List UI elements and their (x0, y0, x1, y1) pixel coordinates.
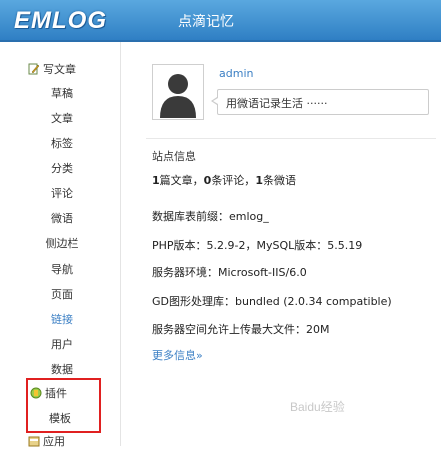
sidebar-item-links[interactable]: 链接 (22, 311, 102, 327)
sidebar-item-data[interactable]: 数据 (22, 361, 102, 377)
main-content: admin 用微语记录生活 ······ 站点信息 1篇文章，0条评论，1条微语… (121, 42, 441, 446)
emlog-logo[interactable]: EMLOG (14, 7, 107, 35)
site-info-title: 站点信息 (152, 150, 196, 163)
comments-label: 条评论， (211, 174, 256, 187)
sidebar-item-users[interactable]: 用户 (22, 336, 102, 352)
twitters-label: 条微语 (262, 174, 296, 187)
articles-label: 篇文章， (159, 174, 204, 187)
sidebar-item-widgets[interactable]: 侧边栏 (22, 235, 102, 251)
sidebar-apps[interactable]: 应用 (28, 433, 65, 449)
divider (146, 138, 436, 139)
sidebar-write-article-label: 写文章 (43, 63, 76, 76)
twitter-input[interactable]: 用微语记录生活 ······ (211, 89, 429, 115)
baidu-watermark: Baidu经验 (290, 400, 345, 414)
gd-lib-line: GD图形处理库：bundled (2.0.34 compatible) (152, 295, 392, 308)
sidebar-item-pages[interactable]: 页面 (22, 286, 102, 302)
plugin-highlight-box (26, 378, 101, 433)
apps-icon (28, 435, 40, 447)
avatar[interactable] (152, 64, 204, 120)
site-stats-line: 1篇文章，0条评论，1条微语 (152, 172, 296, 188)
default-avatar-icon (154, 66, 202, 118)
server-env-line: 服务器环境：Microsoft-IIS/6.0 (152, 266, 307, 279)
more-info-link[interactable]: 更多信息» (152, 347, 203, 363)
header-bar: EMLOG 点滴记忆 (0, 0, 441, 42)
username-link[interactable]: admin (219, 67, 253, 80)
sidebar-item-drafts[interactable]: 草稿 (22, 85, 102, 101)
sidebar-apps-label: 应用 (43, 435, 65, 448)
sidebar-item-articles[interactable]: 文章 (22, 110, 102, 126)
sidebar-item-categories[interactable]: 分类 (22, 160, 102, 176)
twitter-placeholder: 用微语记录生活 ······ (226, 97, 328, 110)
articles-count: 1 (152, 174, 160, 187)
db-prefix-line: 数据库表前缀：emlog_ (152, 210, 269, 223)
upload-max-line: 服务器空间允许上传最大文件：20M (152, 323, 330, 336)
sidebar-item-tags[interactable]: 标签 (22, 135, 102, 151)
twitters-count: 1 (255, 174, 263, 187)
sidebar-item-comments[interactable]: 评论 (22, 185, 102, 201)
write-icon (28, 63, 40, 75)
sidebar-item-navigation[interactable]: 导航 (22, 261, 102, 277)
php-version-line: PHP版本：5.2.9-2，MySQL版本：5.5.19 (152, 239, 363, 252)
sidebar-item-twitter[interactable]: 微语 (22, 210, 102, 226)
site-name-link[interactable]: 点滴记忆 (178, 11, 234, 31)
sidebar-write-article[interactable]: 写文章 (28, 61, 76, 77)
